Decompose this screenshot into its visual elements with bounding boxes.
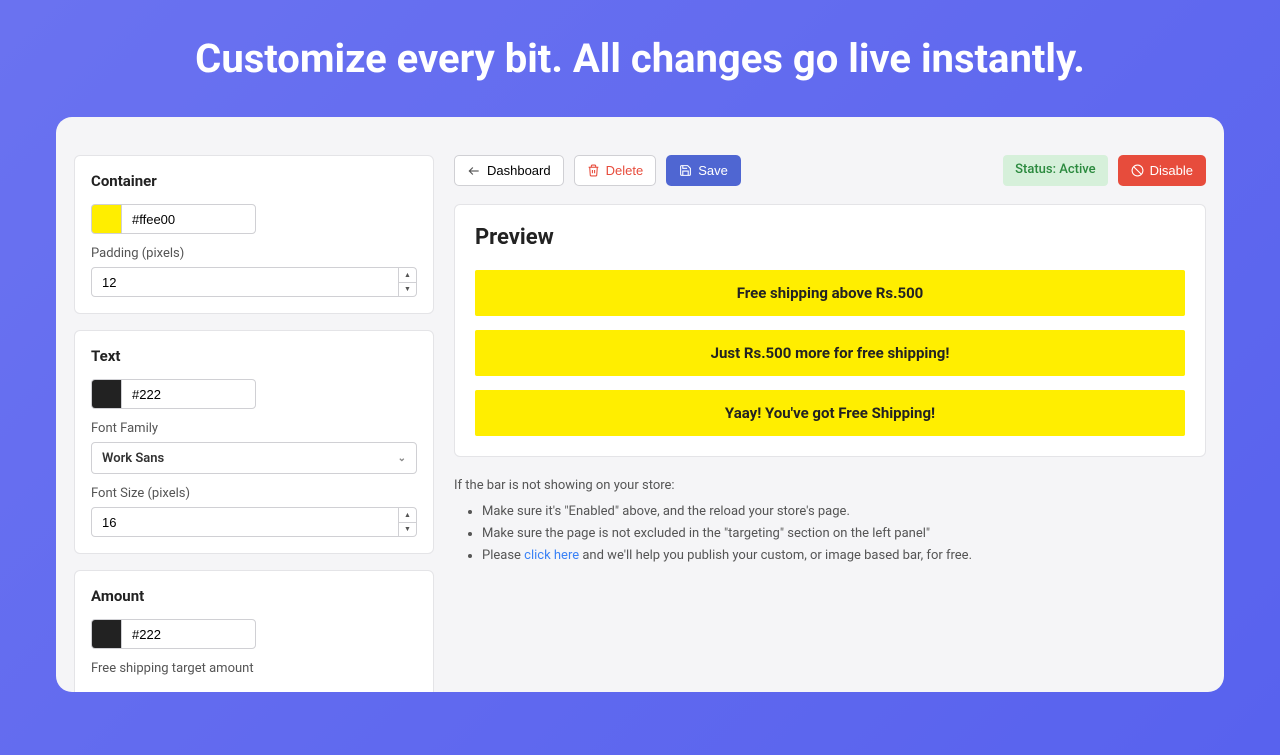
section-title-text: Text [91, 347, 417, 365]
trash-icon [587, 164, 600, 177]
text-color-input[interactable] [121, 379, 256, 409]
sidebar: Container Padding (pixels) ▲ ▼ Text Font [74, 135, 434, 674]
text-color-swatch[interactable] [91, 379, 121, 409]
amount-color-swatch[interactable] [91, 619, 121, 649]
preview-card: Preview Free shipping above Rs.500 Just … [454, 204, 1206, 457]
save-button[interactable]: Save [666, 155, 741, 186]
padding-step-down[interactable]: ▼ [399, 282, 417, 298]
padding-step-up[interactable]: ▲ [399, 267, 417, 282]
arrow-left-icon [467, 164, 481, 178]
dashboard-button[interactable]: Dashboard [454, 155, 564, 186]
font-family-select[interactable]: Work Sans ⌄ [91, 442, 417, 474]
chevron-down-icon: ⌄ [398, 453, 406, 464]
help-item: Make sure the page is not excluded in th… [482, 523, 1206, 545]
dashboard-label: Dashboard [487, 163, 551, 178]
section-text: Text Font Family Work Sans ⌄ Font Size (… [74, 330, 434, 554]
font-size-step-down[interactable]: ▼ [399, 522, 417, 538]
preview-bar: Just Rs.500 more for free shipping! [475, 330, 1185, 376]
font-size-step-up[interactable]: ▲ [399, 507, 417, 522]
preview-title: Preview [475, 225, 1185, 250]
padding-input[interactable] [91, 267, 399, 297]
section-title-container: Container [91, 172, 417, 190]
save-label: Save [698, 163, 728, 178]
hero-headline: Customize every bit. All changes go live… [0, 35, 1280, 82]
container-color-swatch[interactable] [91, 204, 121, 234]
app-card: Container Padding (pixels) ▲ ▼ Text Font [56, 117, 1224, 692]
font-size-label: Font Size (pixels) [91, 486, 417, 501]
padding-label: Padding (pixels) [91, 246, 417, 261]
help-link[interactable]: click here [524, 548, 579, 563]
font-size-input[interactable] [91, 507, 399, 537]
section-amount: Amount Free shipping target amount [74, 570, 434, 692]
prohibit-icon [1131, 164, 1144, 177]
preview-bar: Yaay! You've got Free Shipping! [475, 390, 1185, 436]
font-family-value: Work Sans [102, 451, 164, 466]
delete-button[interactable]: Delete [574, 155, 657, 186]
help-item: Please click here and we'll help you pub… [482, 545, 1206, 567]
disable-button[interactable]: Disable [1118, 155, 1206, 186]
main-panel: Dashboard Delete Save Status: Active [454, 135, 1206, 674]
container-color-input[interactable] [121, 204, 256, 234]
section-container: Container Padding (pixels) ▲ ▼ [74, 155, 434, 314]
save-icon [679, 164, 692, 177]
preview-bar: Free shipping above Rs.500 [475, 270, 1185, 316]
font-family-label: Font Family [91, 421, 417, 436]
help-intro: If the bar is not showing on your store: [454, 475, 1206, 497]
section-title-amount: Amount [91, 587, 417, 605]
help-item: Make sure it's "Enabled" above, and the … [482, 501, 1206, 523]
disable-label: Disable [1150, 163, 1193, 178]
amount-target-label: Free shipping target amount [91, 661, 417, 676]
toolbar: Dashboard Delete Save Status: Active [454, 155, 1206, 186]
status-badge: Status: Active [1003, 155, 1108, 186]
help-text: If the bar is not showing on your store:… [454, 475, 1206, 567]
amount-color-input[interactable] [121, 619, 256, 649]
delete-label: Delete [606, 163, 644, 178]
